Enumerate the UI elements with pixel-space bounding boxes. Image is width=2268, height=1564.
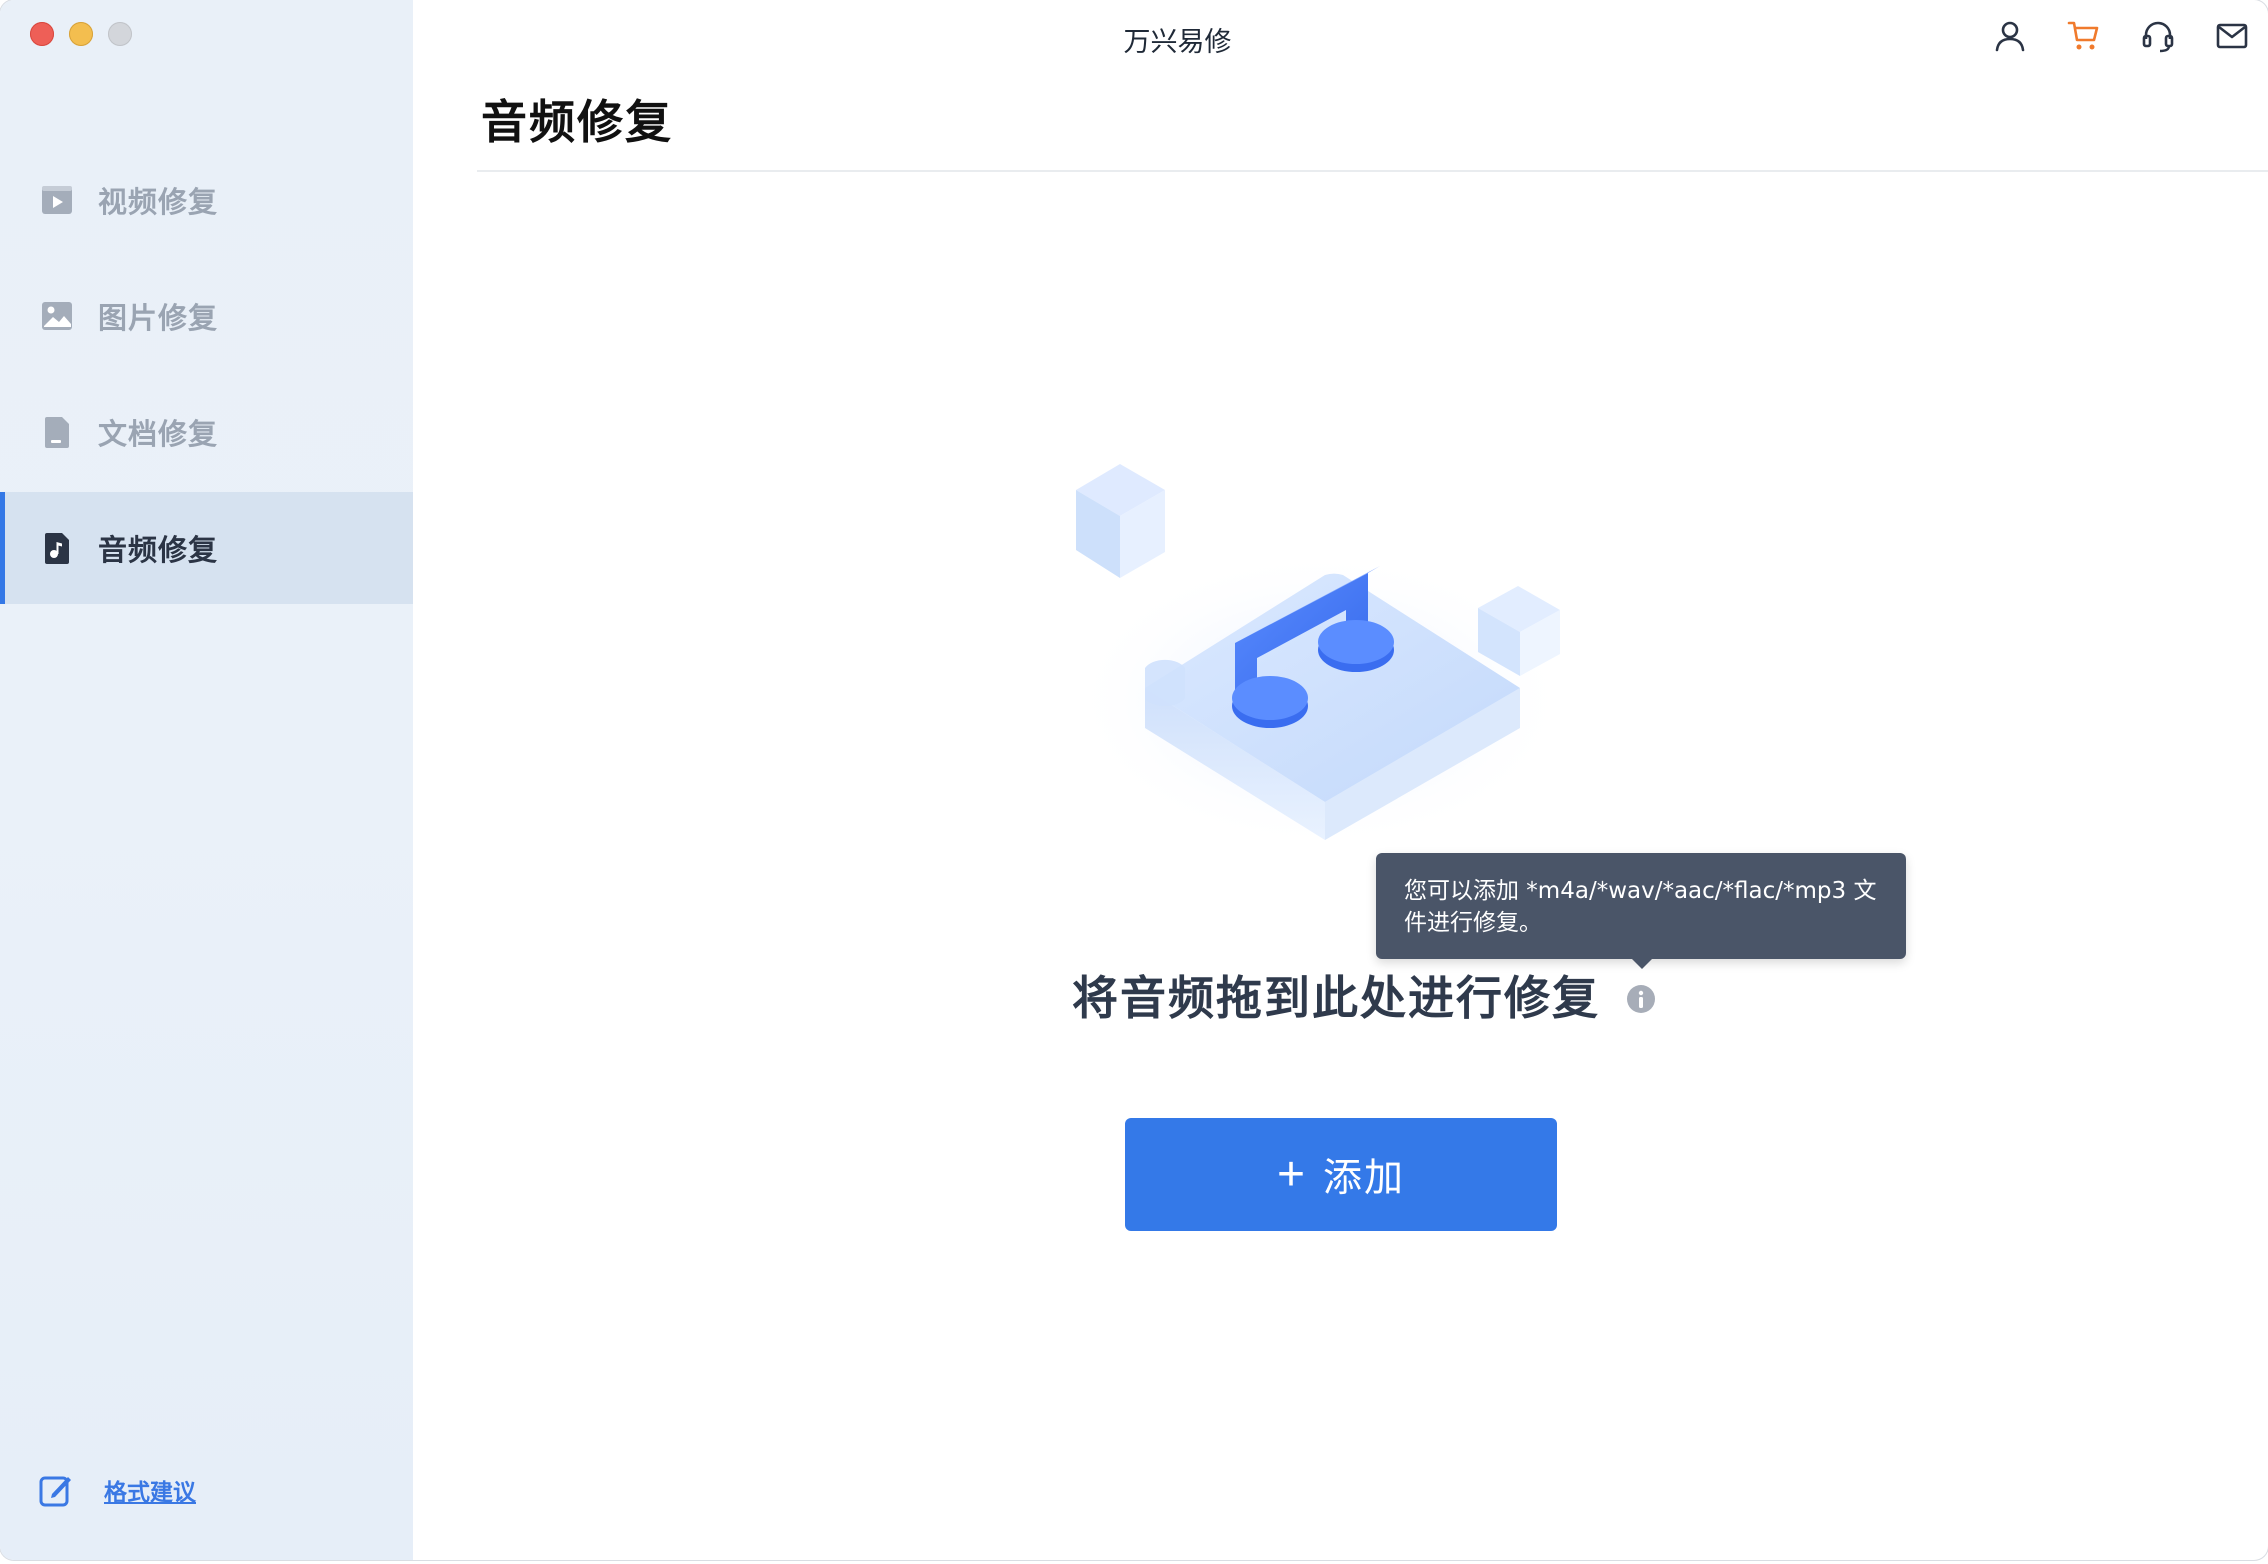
edit-icon — [38, 1472, 74, 1508]
close-window-button[interactable] — [30, 22, 54, 46]
add-button-label: 添加 — [1323, 1156, 1406, 1200]
app-title: 万兴易修 — [1123, 27, 1232, 58]
sidebar-item-label: 图片修复 — [98, 301, 219, 335]
sidebar-item-label: 音频修复 — [98, 533, 219, 567]
cart-icon[interactable] — [2066, 18, 2102, 54]
sidebar: 视频修复 图片修复 文档修复 音频修复 格式建议 — [0, 0, 413, 1560]
sidebar-item-label: 文档修复 — [98, 417, 219, 451]
mail-icon[interactable] — [2214, 18, 2250, 54]
headset-icon[interactable] — [2140, 18, 2176, 54]
image-icon — [40, 299, 74, 333]
document-icon — [40, 415, 74, 449]
add-file-button[interactable]: + 添加 — [1125, 1118, 1557, 1231]
page-title: 音频修复 — [481, 95, 673, 149]
sidebar-item-audio-repair[interactable]: 音频修复 — [0, 492, 413, 604]
tooltip-line-1: 您可以添加 *m4a/*wav/*aac/*flac/*mp3 文 — [1404, 878, 1877, 904]
video-icon — [40, 183, 74, 217]
sidebar-nav: 视频修复 图片修复 文档修复 音频修复 — [0, 144, 413, 608]
app-window: 视频修复 图片修复 文档修复 音频修复 格式建议 万兴易修 音频修复 您可以添加… — [0, 0, 2268, 1560]
format-suggestion-label: 格式建议 — [104, 1480, 196, 1506]
sidebar-item-video-repair[interactable]: 视频修复 — [0, 144, 413, 256]
title-bar: 万兴易修 — [413, 0, 2268, 80]
drop-zone-text: 将音频拖到此处进行修复 — [1072, 971, 1600, 1025]
sidebar-item-label: 视频修复 — [98, 185, 219, 219]
format-suggestion-link[interactable]: 格式建议 — [38, 1472, 196, 1508]
supported-formats-tooltip: 您可以添加 *m4a/*wav/*aac/*flac/*mp3 文 件进行修复。 — [1376, 853, 1906, 969]
user-icon[interactable] — [1992, 18, 2028, 54]
info-icon[interactable] — [1626, 984, 1656, 1014]
audio-file-icon — [40, 531, 74, 565]
sidebar-item-image-repair[interactable]: 图片修复 — [0, 260, 413, 372]
header-actions — [1992, 18, 2250, 54]
sidebar-item-document-repair[interactable]: 文档修复 — [0, 376, 413, 488]
plus-icon: + — [1276, 1147, 1305, 1201]
header-divider — [477, 170, 2268, 172]
audio-drop-illustration — [1040, 440, 1600, 860]
tooltip-line-2: 件进行修复。 — [1404, 910, 1542, 936]
